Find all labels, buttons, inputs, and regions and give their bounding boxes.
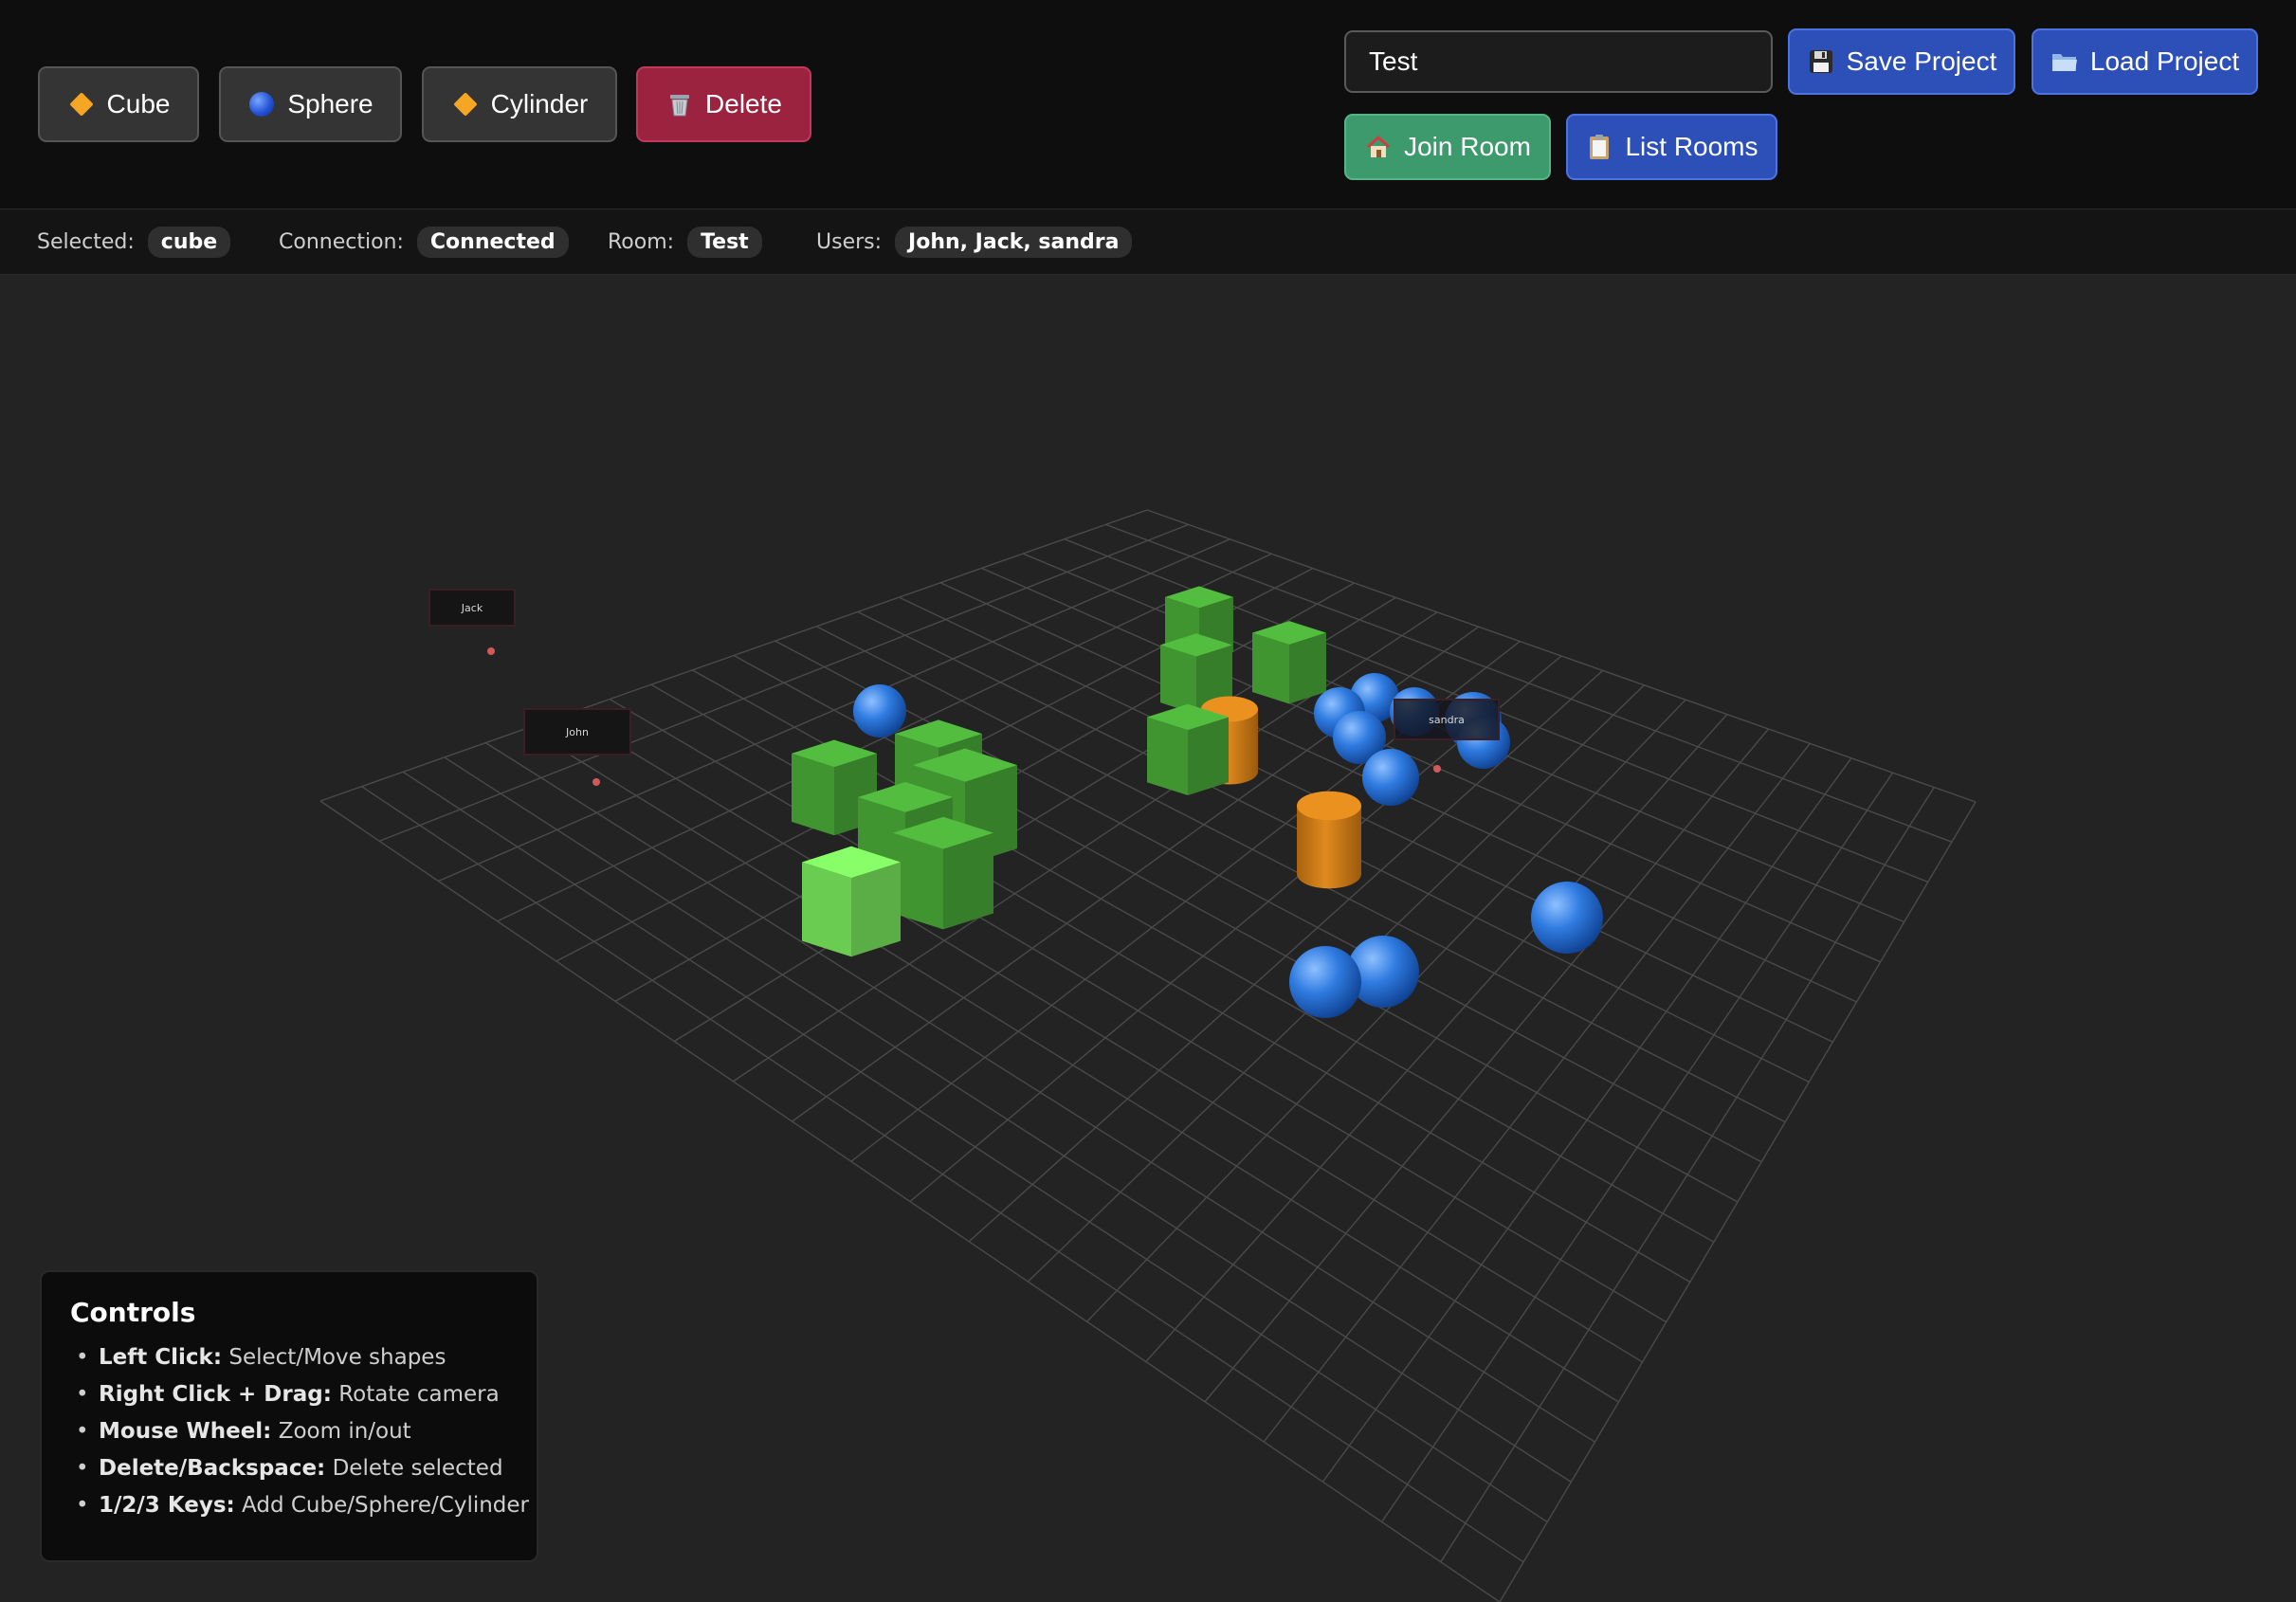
controls-item: Mouse Wheel: Zoom in/out [70,1419,508,1444]
scene-sphere [1362,749,1419,806]
controls-item: Right Click + Drag: Rotate camera [70,1382,508,1407]
load-project-label: Load Project [2089,46,2240,76]
users-status: Users: John, Jack, sandra [816,227,1133,258]
wastebasket-icon [665,90,694,118]
scene-cube [1252,621,1326,704]
scene-cube [893,816,993,930]
cube-face [1188,717,1229,796]
user-marker-john: John [523,708,631,755]
list-rooms-button[interactable]: List Rooms [1566,114,1777,180]
add-cube-button[interactable]: Cube [38,66,199,142]
room-value: Test [687,227,762,258]
add-sphere-label: Sphere [287,89,374,118]
connection-status: Connection: Connected [279,227,569,258]
orange-diamond-icon [451,90,480,118]
user-marker-sandra: sandra [1394,699,1500,740]
house-icon [1364,133,1393,161]
ground-grid [319,509,1977,1602]
user-cursor-dot [487,647,495,655]
user-cursor-dot [592,778,600,786]
selected-value: cube [147,227,231,258]
delete-button[interactable]: Delete [636,66,811,142]
add-sphere-button[interactable]: Sphere [219,66,402,142]
user-marker-jack: Jack [428,589,516,627]
cube-face [1289,632,1326,704]
app-window: Cube Sphere Cylinder Delete Test Save Pr… [0,0,2296,1602]
save-project-button[interactable]: Save Project [1788,28,2015,95]
controls-item: Left Click: Select/Move shapes [70,1345,508,1370]
save-project-label: Save Project [1846,46,1997,76]
status-bar: Selected: cube Connection: Connected Roo… [0,209,2296,275]
list-rooms-label: List Rooms [1625,132,1758,161]
scene-cube [1147,703,1229,796]
scene-sphere [1531,882,1603,954]
user-marker-label: sandra [1429,713,1465,726]
selected-status: Selected: cube [37,227,231,258]
delete-label: Delete [705,89,782,118]
orange-diamond-icon [67,90,96,118]
scene-cylinder [1297,791,1361,889]
cube-face [1160,645,1196,715]
selected-label: Selected: [37,230,135,254]
cube-face [802,862,851,957]
add-cube-label: Cube [106,89,171,118]
user-marker-label: John [566,725,589,738]
user-marker-label: Jack [461,601,483,614]
room-name-input[interactable] [1344,30,1773,93]
user-cursor-dot [1433,765,1441,773]
room-label: Room: [608,230,675,254]
connection-value: Connected [416,227,569,258]
join-room-button[interactable]: Join Room [1344,114,1551,180]
controls-item: Delete/Backspace: Delete selected [70,1456,508,1481]
cube-face [943,832,993,930]
toolbar: Cube Sphere Cylinder Delete Test Save Pr… [0,0,2296,209]
cube-face [851,862,901,957]
floppy-disk-icon [1807,47,1835,76]
cube-face [1252,632,1289,704]
clipboard-icon [1585,133,1613,161]
join-room-label: Join Room [1404,132,1531,161]
add-cylinder-button[interactable]: Cylinder [422,66,617,142]
cylinder-top [1297,791,1361,821]
load-project-button[interactable]: Load Project [2032,28,2258,95]
scene-cube [802,846,901,957]
controls-title: Controls [70,1297,196,1328]
connection-label: Connection: [279,230,404,254]
grid-line [1440,787,1935,1563]
scene-sphere [1289,946,1361,1018]
users-label: Users: [816,230,883,254]
add-cylinder-label: Cylinder [490,89,589,118]
folder-icon [2050,47,2079,76]
blue-circle-icon [247,90,276,118]
room-status: Room: Test [608,227,762,258]
cube-face [792,753,834,836]
cube-face [1147,717,1188,796]
controls-panel: Controls Left Click: Select/Move shapes … [40,1270,538,1562]
controls-list: Left Click: Select/Move shapes Right Cli… [70,1345,529,1518]
controls-item: 1/2/3 Keys: Add Cube/Sphere/Cylinder [70,1493,529,1518]
scene-sphere [853,684,906,737]
users-value: John, Jack, sandra [895,227,1133,258]
grid-line [444,756,1572,1483]
